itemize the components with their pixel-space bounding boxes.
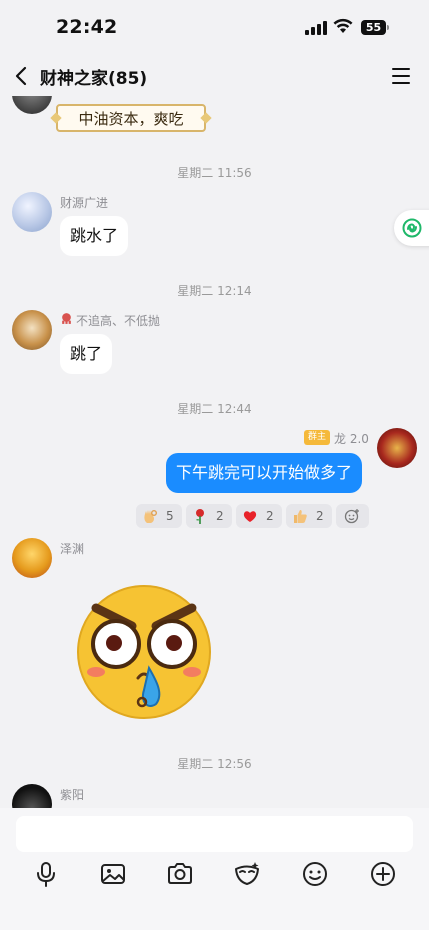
sender-name: 财源广进 [60, 196, 109, 210]
status-time: 22:42 [56, 16, 118, 38]
plus-icon[interactable] [369, 860, 397, 888]
avatar[interactable] [377, 428, 417, 468]
floating-assistant-button[interactable] [394, 210, 429, 246]
message-bubble[interactable]: 跳水了 [60, 216, 129, 256]
heart-icon [243, 511, 257, 522]
timestamp: 星期二 12:44 [177, 402, 252, 416]
reaction-chip[interactable]: 2 [236, 504, 282, 528]
timestamp: 星期二 11:56 [177, 166, 252, 180]
wifi-icon [333, 18, 353, 33]
reaction-chip[interactable]: 5 [136, 504, 182, 528]
sender-name: 龙 2.0 [334, 432, 369, 446]
message-bubble[interactable]: 下午跳完可以开始做多了 [166, 453, 363, 493]
reaction-count: 2 [216, 509, 224, 523]
ok-hand-icon [144, 510, 157, 523]
message-input[interactable] [16, 816, 413, 852]
chat-title: 财神之家(85) [40, 69, 148, 89]
message-list[interactable]: 中油资本，爽吃 星期二 11:56 财源广进 跳水了 星期二 12:14 不追高… [0, 96, 429, 808]
reaction-count: 2 [316, 509, 324, 523]
add-reaction-icon [344, 509, 359, 524]
reaction-chip[interactable]: 2 [186, 504, 232, 528]
reaction-count: 5 [166, 509, 174, 523]
input-panel [0, 808, 429, 930]
sender-name: 不追高、不低抛 [76, 314, 161, 328]
avatar[interactable] [12, 538, 52, 578]
menu-icon[interactable] [390, 66, 412, 86]
avatar[interactable] [12, 310, 52, 350]
camera-icon[interactable] [166, 860, 194, 888]
thumbs-up-icon [294, 510, 307, 523]
rose-icon [196, 509, 204, 524]
avatar[interactable] [12, 784, 52, 808]
message-bubble[interactable]: 跳了 [60, 334, 113, 374]
assistant-logo-icon [402, 218, 422, 238]
nav-bar: 财神之家(85) [0, 56, 429, 96]
magic-mask-icon[interactable] [233, 860, 261, 888]
emoji-icon[interactable] [301, 860, 329, 888]
microphone-icon[interactable] [32, 860, 60, 888]
back-chevron-icon[interactable] [12, 64, 32, 88]
status-bar: 22:42 55 [0, 0, 429, 56]
message-banner[interactable]: 中油资本，爽吃 [56, 104, 206, 132]
group-owner-badge: 群主 [304, 430, 331, 445]
reaction-count: 2 [266, 509, 274, 523]
timestamp: 星期二 12:14 [177, 284, 252, 298]
avatar[interactable] [12, 192, 52, 232]
timestamp: 星期二 12:56 [177, 757, 252, 771]
avatar[interactable] [12, 96, 52, 114]
angry-face-sticker[interactable] [74, 580, 214, 720]
cellular-signal-icon [305, 21, 327, 35]
chat-screen: 22:42 55 财神之家(85) 中油资本，爽吃 星期二 11:56 财源广进… [0, 0, 429, 930]
battery-icon: 55 [361, 20, 391, 35]
photo-icon[interactable] [99, 860, 127, 888]
add-reaction-button[interactable] [336, 504, 369, 528]
battery-level: 55 [365, 21, 382, 34]
sender-name: 紫阳 [60, 788, 85, 802]
reaction-chip[interactable]: 2 [286, 504, 332, 528]
sender-name: 泽渊 [60, 542, 85, 556]
octopus-icon [62, 313, 71, 324]
